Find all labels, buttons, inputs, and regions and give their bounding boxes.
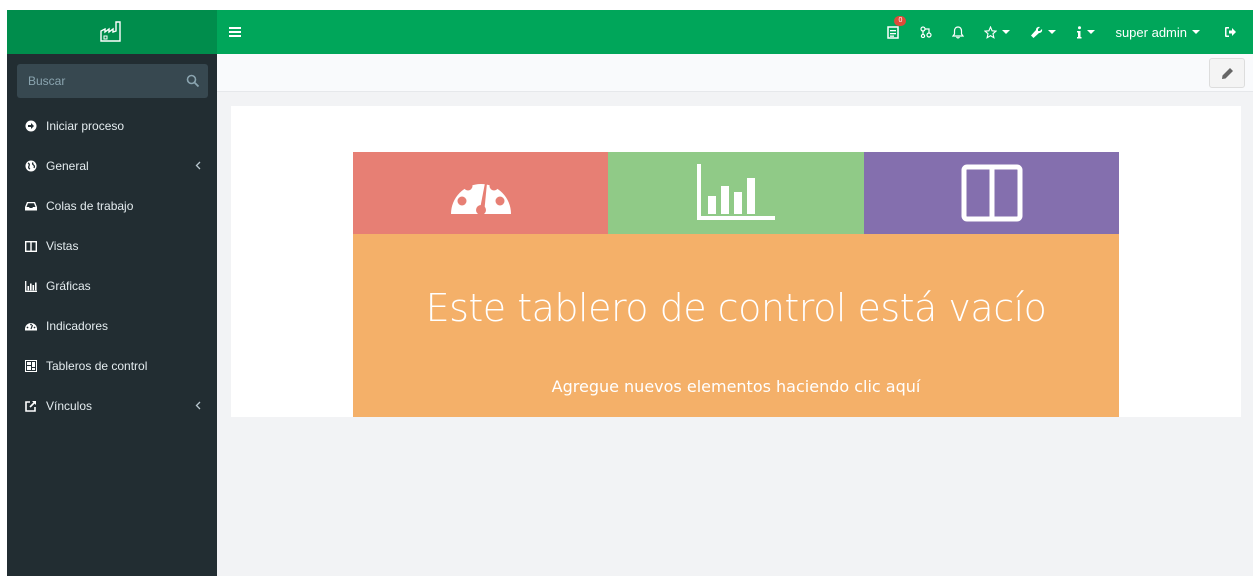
columns-icon: [25, 240, 37, 252]
sidebar-item-label: Gráficas: [46, 279, 91, 293]
globe-icon: [25, 160, 37, 172]
tasks-icon: [887, 26, 900, 39]
sidebar-item-label: Indicadores: [46, 319, 109, 333]
sidebar-item-vinculos[interactable]: Vínculos: [7, 386, 217, 426]
columns-icon: [961, 164, 1022, 222]
info-menu[interactable]: [1066, 10, 1105, 54]
empty-state-title: Este tablero de control está vacío: [425, 286, 1047, 330]
search-icon[interactable]: [186, 74, 200, 88]
chevron-down-icon: [1002, 30, 1011, 34]
logout-button[interactable]: [1210, 10, 1253, 54]
chevron-down-icon: [1048, 30, 1057, 34]
sidebar-item-tableros-de-control[interactable]: Tableros de control: [7, 346, 217, 386]
empty-state-subtitle[interactable]: Agregue nuevos elementos haciendo clic a…: [353, 377, 1119, 396]
tasks-button[interactable]: 0: [877, 10, 910, 54]
content-toolbar: [217, 54, 1253, 92]
navbar-right: 0 super admin: [877, 10, 1253, 54]
bar-chart-icon: [697, 164, 775, 220]
hamburger-icon: [229, 27, 241, 37]
info-icon: [1077, 25, 1082, 38]
dashboard-icon: [25, 360, 37, 372]
tile-charts: [608, 152, 864, 234]
star-icon: [984, 25, 998, 39]
sidebar-item-label: Iniciar proceso: [46, 119, 125, 133]
chevron-left-icon: [195, 161, 201, 170]
arrow-circle-right-icon: [25, 120, 37, 132]
user-menu[interactable]: super admin: [1105, 10, 1210, 54]
sidebar-item-label: Tableros de control: [46, 359, 148, 373]
sidebar-item-label: Vínculos: [46, 399, 93, 413]
sidebar-search: [17, 64, 208, 98]
sign-out-icon: [1225, 27, 1236, 37]
tile-views: [864, 152, 1119, 234]
sidebar: Iniciar proceso General Colas de trabajo: [7, 54, 217, 576]
sidebar-item-vistas[interactable]: Vistas: [7, 226, 217, 266]
user-name: super admin: [1115, 24, 1187, 40]
chevron-down-icon: [1087, 30, 1096, 34]
empty-state-message: Este tablero de control está vacío Agreg…: [353, 234, 1119, 417]
sitemap-icon: [920, 26, 933, 38]
sidebar-item-colas-de-trabajo[interactable]: Colas de trabajo: [7, 186, 217, 226]
notifications-button[interactable]: [942, 10, 974, 54]
tile-indicators: [353, 152, 608, 234]
chevron-down-icon: [1192, 30, 1200, 34]
factory-logo-icon: [100, 21, 121, 42]
sidebar-item-label: General: [46, 159, 89, 173]
edit-dashboard-button[interactable]: [1209, 58, 1245, 88]
sidebar-item-label: Colas de trabajo: [46, 199, 134, 213]
logo[interactable]: [7, 10, 217, 54]
sidebar-item-general[interactable]: General: [7, 146, 217, 186]
tachometer-icon: [25, 320, 37, 332]
sidebar-menu: Iniciar proceso General Colas de trabajo: [7, 106, 217, 426]
sidebar-item-label: Vistas: [46, 239, 79, 253]
sidebar-item-iniciar-proceso[interactable]: Iniciar proceso: [7, 106, 217, 146]
pencil-icon: [1221, 67, 1233, 79]
sidebar-item-graficas[interactable]: Gráficas: [7, 266, 217, 306]
sidebar-item-indicadores[interactable]: Indicadores: [7, 306, 217, 346]
empty-state-tiles: [353, 152, 1119, 234]
sidebar-toggle-button[interactable]: [229, 10, 241, 54]
tachometer-icon: [450, 181, 511, 215]
favorites-menu[interactable]: [974, 10, 1020, 54]
tools-menu[interactable]: [1020, 10, 1066, 54]
chevron-left-icon: [195, 401, 201, 410]
top-header: 0 super admin: [7, 10, 1253, 54]
external-link-icon: [25, 400, 37, 412]
processes-button[interactable]: [910, 10, 942, 54]
dashboard-panel: Este tablero de control está vacío Agreg…: [231, 106, 1241, 417]
bell-icon: [952, 25, 965, 39]
inbox-icon: [25, 200, 37, 212]
search-input[interactable]: [17, 64, 188, 98]
notification-badge: 0: [894, 16, 907, 26]
wrench-icon: [1031, 26, 1043, 38]
bar-chart-icon: [25, 280, 37, 292]
app-window: 0 super admin Buscar Iniciar proceso Gen…: [7, 10, 1253, 576]
empty-dashboard-callout[interactable]: Este tablero de control está vacío Agreg…: [353, 152, 1119, 417]
